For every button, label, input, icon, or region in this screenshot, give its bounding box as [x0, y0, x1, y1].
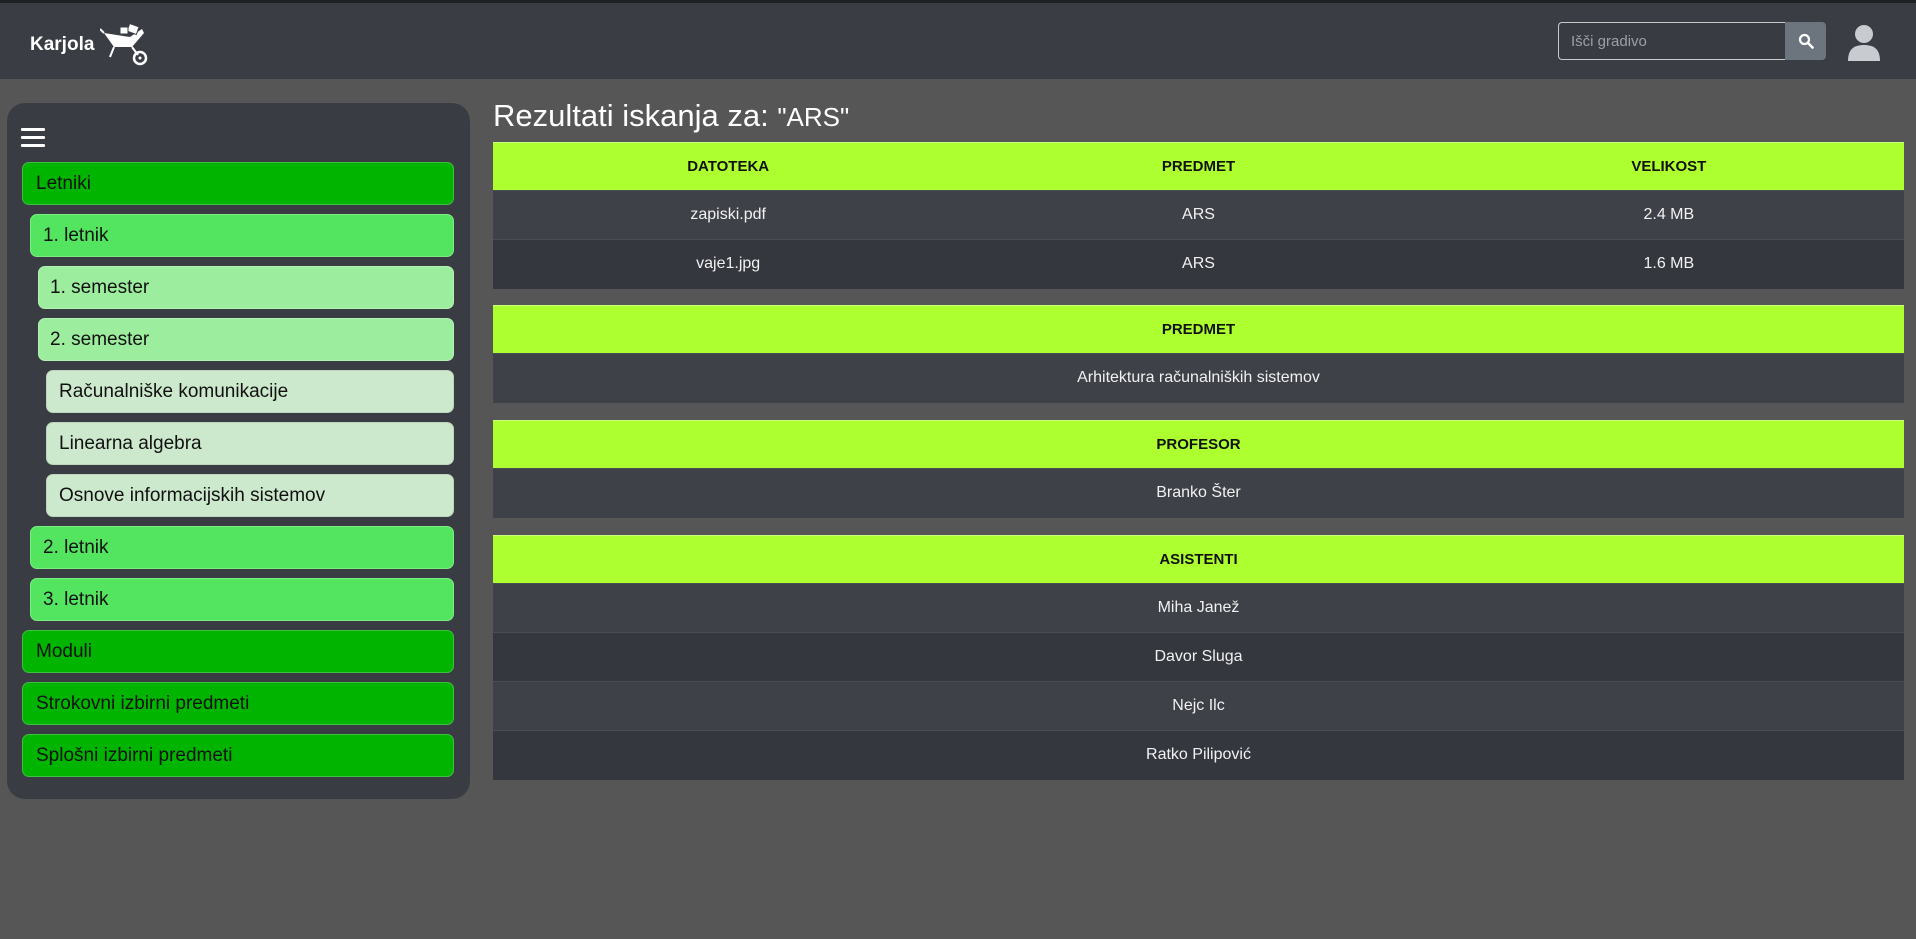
- sidebar-item-label: Strokovni izbirni predmeti: [36, 692, 250, 714]
- search-icon: [1798, 33, 1814, 49]
- wheelbarrow-logo: [100, 23, 148, 66]
- sidebar-item-linearna-algebra[interactable]: Linearna algebra: [46, 422, 454, 465]
- assistants-table: ASISTENTI Miha Janež Davor Sluga Nejc Il…: [493, 535, 1904, 780]
- sidebar-item-label: 1. letnik: [43, 224, 109, 246]
- search-query: "ARS": [777, 102, 850, 132]
- sidebar-item-letniki[interactable]: Letniki: [22, 162, 454, 205]
- page-title-prefix: Rezultati iskanja za:: [493, 98, 769, 133]
- sidebar-item-label: Splošni izbirni predmeti: [36, 744, 233, 766]
- sidebar-item-label: 3. letnik: [43, 588, 109, 610]
- table-header-row: PROFESOR: [493, 420, 1904, 469]
- hamburger-icon[interactable]: [21, 128, 45, 150]
- table-row: Branko Šter: [493, 468, 1904, 518]
- sidebar-item-label: Letniki: [36, 172, 91, 194]
- assistant-name-cell: Ratko Pilipović: [493, 730, 1904, 780]
- sidebar-item-splosni-izbirni-predmeti[interactable]: Splošni izbirni predmeti: [22, 734, 454, 777]
- brand-name: Karjola: [30, 34, 95, 55]
- sidebar-item-label: Linearna algebra: [59, 432, 202, 454]
- sidebar-item-2-semester[interactable]: 2. semester: [38, 318, 454, 361]
- sidebar-item-moduli[interactable]: Moduli: [22, 630, 454, 673]
- sidebar-item-label: Računalniške komunikacije: [59, 380, 289, 402]
- assistant-name-cell: Nejc Ilc: [493, 681, 1904, 731]
- search-button[interactable]: [1785, 22, 1826, 60]
- sidebar-item-racunalniske-komunikacije[interactable]: Računalniške komunikacije: [46, 370, 454, 413]
- file-name-cell[interactable]: zapiski.pdf: [493, 190, 964, 240]
- assistant-name-cell: Miha Janež: [493, 583, 1904, 633]
- column-header-profesor: PROFESOR: [493, 420, 1904, 469]
- search-input[interactable]: [1558, 22, 1785, 60]
- assistant-name-cell: Davor Sluga: [493, 632, 1904, 682]
- sidebar-item-3-letnik[interactable]: 3. letnik: [30, 578, 454, 621]
- professor-table: PROFESOR Branko Šter: [493, 420, 1904, 518]
- file-name-cell[interactable]: vaje1.jpg: [493, 239, 964, 289]
- sidebar-item-label: 2. semester: [50, 328, 150, 350]
- table-row: Davor Sluga: [493, 632, 1904, 682]
- sidebar-item-1-semester[interactable]: 1. semester: [38, 266, 454, 309]
- files-table: DATOTEKA PREDMET VELIKOST zapiski.pdf AR…: [493, 142, 1904, 289]
- sidebar-item-label: 1. semester: [50, 276, 150, 298]
- sidebar: Letniki 1. letnik 1. semester 2. semeste…: [7, 103, 470, 799]
- file-subject-cell: ARS: [963, 190, 1434, 240]
- user-account-button[interactable]: [1846, 23, 1882, 63]
- table-header-row: PREDMET: [493, 305, 1904, 354]
- sidebar-item-strokovni-izbirni-predmeti[interactable]: Strokovni izbirni predmeti: [22, 682, 454, 725]
- sidebar-item-2-letnik[interactable]: 2. letnik: [30, 526, 454, 569]
- column-header-asistenti: ASISTENTI: [493, 535, 1904, 584]
- table-row[interactable]: zapiski.pdf ARS 2.4 MB: [493, 190, 1904, 240]
- page-title: Rezultati iskanja za: "ARS": [493, 98, 849, 134]
- column-header-datoteka: DATOTEKA: [493, 142, 964, 191]
- sidebar-item-osnove-informacijskih-sistemov[interactable]: Osnove informacijskih sistemov: [46, 474, 454, 517]
- professor-name-cell: Branko Šter: [493, 468, 1904, 518]
- search-group: [1558, 22, 1826, 60]
- file-subject-cell: ARS: [963, 239, 1434, 289]
- sidebar-item-label: Moduli: [36, 640, 92, 662]
- file-size-cell: 1.6 MB: [1433, 239, 1904, 289]
- subject-table: PREDMET Arhitektura računalniških sistem…: [493, 305, 1904, 403]
- column-header-predmet: PREDMET: [493, 305, 1904, 354]
- file-size-cell: 2.4 MB: [1433, 190, 1904, 240]
- sidebar-item-label: Osnove informacijskih sistemov: [59, 484, 326, 506]
- column-header-predmet: PREDMET: [963, 142, 1434, 191]
- table-row: Nejc Ilc: [493, 681, 1904, 731]
- table-row: Ratko Pilipović: [493, 730, 1904, 780]
- table-header-row: ASISTENTI: [493, 535, 1904, 584]
- sidebar-item-label: 2. letnik: [43, 536, 109, 558]
- user-icon: [1848, 25, 1880, 61]
- navbar: Karjola: [0, 3, 1916, 79]
- table-row: Miha Janež: [493, 583, 1904, 633]
- brand-link[interactable]: Karjola: [30, 23, 152, 66]
- table-row: Arhitektura računalniških sistemov: [493, 353, 1904, 403]
- table-row[interactable]: vaje1.jpg ARS 1.6 MB: [493, 239, 1904, 289]
- subject-name-cell: Arhitektura računalniških sistemov: [493, 353, 1904, 403]
- table-header-row: DATOTEKA PREDMET VELIKOST: [493, 142, 1904, 191]
- sidebar-item-1-letnik[interactable]: 1. letnik: [30, 214, 454, 257]
- column-header-velikost: VELIKOST: [1433, 142, 1904, 191]
